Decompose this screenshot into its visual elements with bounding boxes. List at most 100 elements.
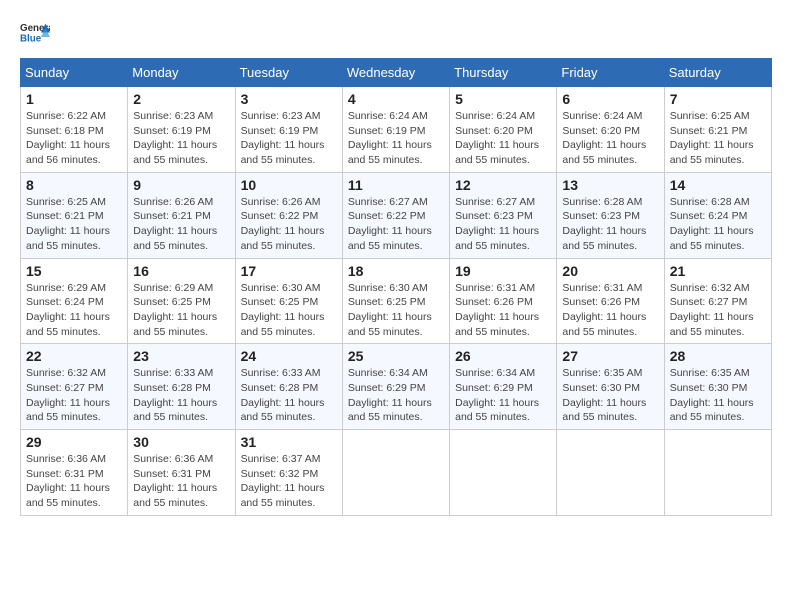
day-number: 16 (133, 263, 229, 279)
calendar-cell: 16 Sunrise: 6:29 AMSunset: 6:25 PMDaylig… (128, 258, 235, 344)
day-number: 28 (670, 348, 766, 364)
logo-icon: General Blue (20, 20, 50, 48)
calendar-cell: 27 Sunrise: 6:35 AMSunset: 6:30 PMDaylig… (557, 344, 664, 430)
day-number: 7 (670, 91, 766, 107)
day-info: Sunrise: 6:23 AMSunset: 6:19 PMDaylight:… (241, 109, 337, 168)
day-info: Sunrise: 6:35 AMSunset: 6:30 PMDaylight:… (670, 366, 766, 425)
day-info: Sunrise: 6:34 AMSunset: 6:29 PMDaylight:… (348, 366, 444, 425)
day-info: Sunrise: 6:36 AMSunset: 6:31 PMDaylight:… (133, 452, 229, 511)
calendar-cell: 1 Sunrise: 6:22 AMSunset: 6:18 PMDayligh… (21, 87, 128, 173)
day-number: 11 (348, 177, 444, 193)
day-number: 31 (241, 434, 337, 450)
calendar-cell: 17 Sunrise: 6:30 AMSunset: 6:25 PMDaylig… (235, 258, 342, 344)
calendar-table: SundayMondayTuesdayWednesdayThursdayFrid… (20, 58, 772, 516)
calendar-cell: 2 Sunrise: 6:23 AMSunset: 6:19 PMDayligh… (128, 87, 235, 173)
day-number: 12 (455, 177, 551, 193)
calendar-cell: 12 Sunrise: 6:27 AMSunset: 6:23 PMDaylig… (450, 172, 557, 258)
calendar-cell: 25 Sunrise: 6:34 AMSunset: 6:29 PMDaylig… (342, 344, 449, 430)
day-number: 21 (670, 263, 766, 279)
day-info: Sunrise: 6:22 AMSunset: 6:18 PMDaylight:… (26, 109, 122, 168)
day-info: Sunrise: 6:29 AMSunset: 6:25 PMDaylight:… (133, 281, 229, 340)
calendar-cell: 14 Sunrise: 6:28 AMSunset: 6:24 PMDaylig… (664, 172, 771, 258)
calendar-week-row: 1 Sunrise: 6:22 AMSunset: 6:18 PMDayligh… (21, 87, 772, 173)
day-info: Sunrise: 6:30 AMSunset: 6:25 PMDaylight:… (348, 281, 444, 340)
day-number: 6 (562, 91, 658, 107)
day-info: Sunrise: 6:33 AMSunset: 6:28 PMDaylight:… (241, 366, 337, 425)
day-info: Sunrise: 6:25 AMSunset: 6:21 PMDaylight:… (26, 195, 122, 254)
calendar-week-row: 29 Sunrise: 6:36 AMSunset: 6:31 PMDaylig… (21, 430, 772, 516)
day-info: Sunrise: 6:35 AMSunset: 6:30 PMDaylight:… (562, 366, 658, 425)
day-number: 30 (133, 434, 229, 450)
calendar-cell: 13 Sunrise: 6:28 AMSunset: 6:23 PMDaylig… (557, 172, 664, 258)
day-number: 18 (348, 263, 444, 279)
calendar-body: 1 Sunrise: 6:22 AMSunset: 6:18 PMDayligh… (21, 87, 772, 516)
day-info: Sunrise: 6:34 AMSunset: 6:29 PMDaylight:… (455, 366, 551, 425)
calendar-cell: 18 Sunrise: 6:30 AMSunset: 6:25 PMDaylig… (342, 258, 449, 344)
day-number: 27 (562, 348, 658, 364)
day-number: 4 (348, 91, 444, 107)
calendar-cell (450, 430, 557, 516)
day-number: 15 (26, 263, 122, 279)
day-number: 29 (26, 434, 122, 450)
calendar-cell: 7 Sunrise: 6:25 AMSunset: 6:21 PMDayligh… (664, 87, 771, 173)
calendar-cell: 3 Sunrise: 6:23 AMSunset: 6:19 PMDayligh… (235, 87, 342, 173)
day-info: Sunrise: 6:31 AMSunset: 6:26 PMDaylight:… (455, 281, 551, 340)
day-info: Sunrise: 6:24 AMSunset: 6:20 PMDaylight:… (562, 109, 658, 168)
weekday-header-sunday: Sunday (21, 59, 128, 87)
day-number: 22 (26, 348, 122, 364)
day-info: Sunrise: 6:24 AMSunset: 6:19 PMDaylight:… (348, 109, 444, 168)
day-number: 3 (241, 91, 337, 107)
calendar-cell: 20 Sunrise: 6:31 AMSunset: 6:26 PMDaylig… (557, 258, 664, 344)
calendar-cell: 26 Sunrise: 6:34 AMSunset: 6:29 PMDaylig… (450, 344, 557, 430)
day-info: Sunrise: 6:27 AMSunset: 6:23 PMDaylight:… (455, 195, 551, 254)
day-info: Sunrise: 6:28 AMSunset: 6:24 PMDaylight:… (670, 195, 766, 254)
weekday-header-friday: Friday (557, 59, 664, 87)
day-number: 8 (26, 177, 122, 193)
day-info: Sunrise: 6:29 AMSunset: 6:24 PMDaylight:… (26, 281, 122, 340)
page-header: General Blue (20, 20, 772, 48)
day-info: Sunrise: 6:24 AMSunset: 6:20 PMDaylight:… (455, 109, 551, 168)
calendar-cell: 5 Sunrise: 6:24 AMSunset: 6:20 PMDayligh… (450, 87, 557, 173)
day-info: Sunrise: 6:28 AMSunset: 6:23 PMDaylight:… (562, 195, 658, 254)
day-number: 19 (455, 263, 551, 279)
day-number: 5 (455, 91, 551, 107)
day-info: Sunrise: 6:33 AMSunset: 6:28 PMDaylight:… (133, 366, 229, 425)
calendar-cell: 4 Sunrise: 6:24 AMSunset: 6:19 PMDayligh… (342, 87, 449, 173)
calendar-cell (557, 430, 664, 516)
calendar-cell: 29 Sunrise: 6:36 AMSunset: 6:31 PMDaylig… (21, 430, 128, 516)
day-number: 25 (348, 348, 444, 364)
calendar-week-row: 15 Sunrise: 6:29 AMSunset: 6:24 PMDaylig… (21, 258, 772, 344)
weekday-header-wednesday: Wednesday (342, 59, 449, 87)
day-info: Sunrise: 6:32 AMSunset: 6:27 PMDaylight:… (26, 366, 122, 425)
calendar-cell (664, 430, 771, 516)
calendar-cell: 23 Sunrise: 6:33 AMSunset: 6:28 PMDaylig… (128, 344, 235, 430)
day-number: 14 (670, 177, 766, 193)
logo: General Blue (20, 20, 50, 48)
day-info: Sunrise: 6:23 AMSunset: 6:19 PMDaylight:… (133, 109, 229, 168)
calendar-cell: 31 Sunrise: 6:37 AMSunset: 6:32 PMDaylig… (235, 430, 342, 516)
calendar-cell: 8 Sunrise: 6:25 AMSunset: 6:21 PMDayligh… (21, 172, 128, 258)
calendar-week-row: 22 Sunrise: 6:32 AMSunset: 6:27 PMDaylig… (21, 344, 772, 430)
calendar-cell: 28 Sunrise: 6:35 AMSunset: 6:30 PMDaylig… (664, 344, 771, 430)
calendar-week-row: 8 Sunrise: 6:25 AMSunset: 6:21 PMDayligh… (21, 172, 772, 258)
day-info: Sunrise: 6:27 AMSunset: 6:22 PMDaylight:… (348, 195, 444, 254)
weekday-header-saturday: Saturday (664, 59, 771, 87)
svg-text:Blue: Blue (20, 34, 42, 45)
weekday-header-monday: Monday (128, 59, 235, 87)
calendar-cell (342, 430, 449, 516)
day-info: Sunrise: 6:31 AMSunset: 6:26 PMDaylight:… (562, 281, 658, 340)
day-info: Sunrise: 6:30 AMSunset: 6:25 PMDaylight:… (241, 281, 337, 340)
day-info: Sunrise: 6:36 AMSunset: 6:31 PMDaylight:… (26, 452, 122, 511)
day-number: 1 (26, 91, 122, 107)
calendar-cell: 15 Sunrise: 6:29 AMSunset: 6:24 PMDaylig… (21, 258, 128, 344)
day-info: Sunrise: 6:26 AMSunset: 6:21 PMDaylight:… (133, 195, 229, 254)
day-number: 24 (241, 348, 337, 364)
day-number: 2 (133, 91, 229, 107)
day-number: 23 (133, 348, 229, 364)
calendar-cell: 19 Sunrise: 6:31 AMSunset: 6:26 PMDaylig… (450, 258, 557, 344)
calendar-cell: 30 Sunrise: 6:36 AMSunset: 6:31 PMDaylig… (128, 430, 235, 516)
day-number: 10 (241, 177, 337, 193)
weekday-header-thursday: Thursday (450, 59, 557, 87)
day-number: 26 (455, 348, 551, 364)
day-info: Sunrise: 6:26 AMSunset: 6:22 PMDaylight:… (241, 195, 337, 254)
